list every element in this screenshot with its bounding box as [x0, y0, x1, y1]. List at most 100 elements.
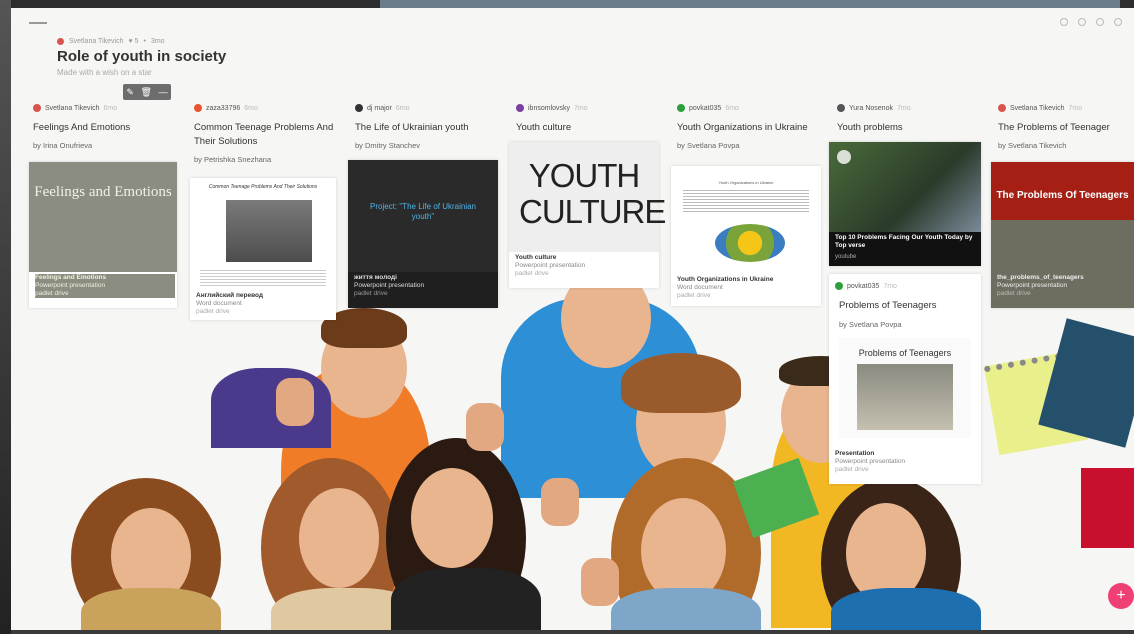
- file-type: Powerpoint presentation: [997, 282, 1068, 289]
- author-avatar: [57, 38, 64, 45]
- more-icon[interactable]: —: [159, 87, 168, 97]
- card-footer: Feelings and Emotions Powerpoint present…: [35, 274, 175, 298]
- file-source: padlet drive: [196, 308, 230, 315]
- file-source: padlet drive: [677, 292, 711, 299]
- file-source: padlet drive: [354, 290, 388, 297]
- post-title: Youth Organizations in Ukraine: [677, 122, 808, 133]
- post-author: dj major: [367, 104, 392, 112]
- doc-heading: Youth Organizations in Ukraine: [718, 180, 774, 185]
- post-column-5[interactable]: povkat035 6mo Youth Organizations in Ukra…: [677, 102, 827, 150]
- card-footer: життя молоді Powerpoint presentation pad…: [354, 274, 424, 298]
- avatar: [835, 282, 843, 290]
- post-column-1[interactable]: Svetlana Tikevich 6mo Feelings And Emotio…: [33, 102, 183, 150]
- file-type: Word document: [196, 300, 242, 307]
- post-column-7[interactable]: Svetlana Tikevich 7mo The Problems of Tee…: [998, 102, 1134, 150]
- post-author: Svetlana Tikevich: [1010, 104, 1065, 112]
- preview-image: YOUTH CULTURE: [509, 142, 666, 252]
- settings-icon[interactable]: [1096, 18, 1104, 26]
- attachment-card-5[interactable]: Youth Organizations in Ukraine Youth Org…: [671, 166, 821, 306]
- post-byline: by Petrishka Snezhana: [194, 155, 272, 164]
- attachment-card-4[interactable]: YOUTH CULTURE Youth culture Powerpoint p…: [509, 142, 666, 288]
- doc-text-lines: [200, 268, 326, 286]
- board-time: 3mo: [150, 38, 165, 45]
- doc-photo: [226, 200, 312, 262]
- file-name: the_problems_of_teenagers: [997, 274, 1084, 281]
- browser-top-strip: [0, 0, 1134, 8]
- window-edge: [0, 0, 11, 634]
- post-column-3[interactable]: dj major 6mo The Life of Ukrainian youth …: [355, 102, 505, 150]
- post-time: 7mo: [896, 104, 911, 112]
- board-subtitle: Made with a wish on a star: [57, 68, 152, 77]
- post-time: 6mo: [725, 104, 739, 112]
- file-source: padlet drive: [35, 290, 69, 297]
- video-card-6[interactable]: Top 10 Problems Facing Our Youth Today b…: [829, 142, 981, 266]
- doc-logo: [715, 224, 785, 262]
- post-problems-of-teenagers[interactable]: povkat035 7mo Problems of Teenagers by Sv…: [829, 274, 981, 484]
- attachment-card-7[interactable]: The Problems Of Teenagers the_problems_o…: [991, 162, 1134, 308]
- play-icon[interactable]: [837, 150, 851, 164]
- post-title: Common Teenage Problems And Their Soluti…: [194, 122, 334, 147]
- board-title: Role of youth in society: [57, 48, 227, 65]
- post-byline: by Svetlana Tikevich: [998, 141, 1067, 150]
- post-time: 7mo: [883, 282, 897, 290]
- file-type: Word document: [677, 284, 723, 291]
- file-type: Powerpoint presentation: [515, 262, 586, 269]
- like-count[interactable]: ♥ 5: [128, 38, 138, 45]
- post-title: Youth culture: [516, 122, 572, 133]
- share-icon[interactable]: [1078, 18, 1086, 26]
- avatar: [516, 104, 524, 112]
- file-type: Powerpoint presentation: [835, 458, 906, 465]
- post-column-2[interactable]: zaza33796 6mo Common Teenage Problems And…: [194, 102, 344, 164]
- avatar: [194, 104, 202, 112]
- preview-image: Feelings and Emotions: [29, 162, 177, 272]
- attachment-card-2[interactable]: Common Teenage Problems And Their Soluti…: [190, 178, 336, 320]
- post-byline: by Irina Onufrieva: [33, 141, 93, 150]
- video-thumbnail: [829, 142, 981, 232]
- post-author: ibnsomlovsky: [528, 104, 571, 112]
- file-name: Presentation: [835, 450, 875, 457]
- post-title: Problems of Teenagers: [839, 300, 937, 311]
- preview-image: Problems of Teenagers: [839, 338, 971, 438]
- post-time: 7mo: [1068, 104, 1083, 112]
- more-icon[interactable]: [1114, 18, 1122, 26]
- card-footer: Presentation Powerpoint presentation pad…: [835, 450, 905, 474]
- post-time: 6mo: [244, 104, 258, 112]
- menu-handle[interactable]: [29, 22, 47, 24]
- post-column-6[interactable]: Yura Nosenok 7mo Youth problems: [837, 102, 987, 135]
- board-header: Svetlana Tikevich ♥ 5 • 3mo Role of yout…: [57, 38, 226, 77]
- avatar: [837, 104, 845, 112]
- post-author: povkat035: [689, 104, 722, 112]
- file-name: Feelings and Emotions: [35, 274, 107, 281]
- attachment-card-1[interactable]: Feelings and Emotions Feelings and Emoti…: [29, 162, 177, 308]
- post-byline: by Svetlana Povpa: [839, 320, 902, 329]
- trash-icon[interactable]: 🗑: [141, 87, 152, 98]
- preview-image: The Problems Of Teenagers: [991, 162, 1134, 220]
- file-name: життя молоді: [354, 274, 397, 281]
- post-author: Svetlana Tikevich: [45, 104, 100, 112]
- post-author: povkat035: [847, 282, 880, 290]
- avatar: [998, 104, 1006, 112]
- post-time: 6mo: [103, 104, 118, 112]
- search-icon[interactable]: [1060, 18, 1068, 26]
- card-footer: Английский перевод Word document padlet …: [196, 292, 263, 316]
- video-title: Top 10 Problems Facing Our Youth Today b…: [835, 234, 973, 249]
- padlet-board: Svetlana Tikevich ♥ 5 • 3mo Role of yout…: [11, 8, 1134, 630]
- post-byline: by Svetlana Povpa: [677, 141, 740, 150]
- post-title: The Life of Ukrainian youth: [355, 122, 469, 133]
- preview-photo: [857, 364, 953, 430]
- attachment-card-3[interactable]: Project: "The Life of Ukrainian youth" ж…: [348, 160, 498, 308]
- add-post-button[interactable]: +: [1108, 583, 1134, 609]
- file-name: Youth culture: [515, 254, 557, 261]
- video-source: youtube: [835, 254, 857, 260]
- post-title: Feelings And Emotions: [33, 122, 131, 133]
- avatar: [33, 104, 41, 112]
- post-column-4[interactable]: ibnsomlovsky 7mo Youth culture: [516, 102, 666, 135]
- post-author: Yura Nosenok: [849, 104, 893, 112]
- avatar: [677, 104, 685, 112]
- card-footer: the_problems_of_teenagers Powerpoint pre…: [997, 274, 1084, 298]
- file-name: Английский перевод: [196, 292, 263, 299]
- pencil-icon[interactable]: ✎: [126, 87, 134, 98]
- board-author[interactable]: Svetlana Tikevich: [69, 38, 123, 45]
- card-footer: Youth Organizations in Ukraine Word docu…: [677, 276, 773, 300]
- card-footer: Youth culture Powerpoint presentation pa…: [515, 254, 585, 278]
